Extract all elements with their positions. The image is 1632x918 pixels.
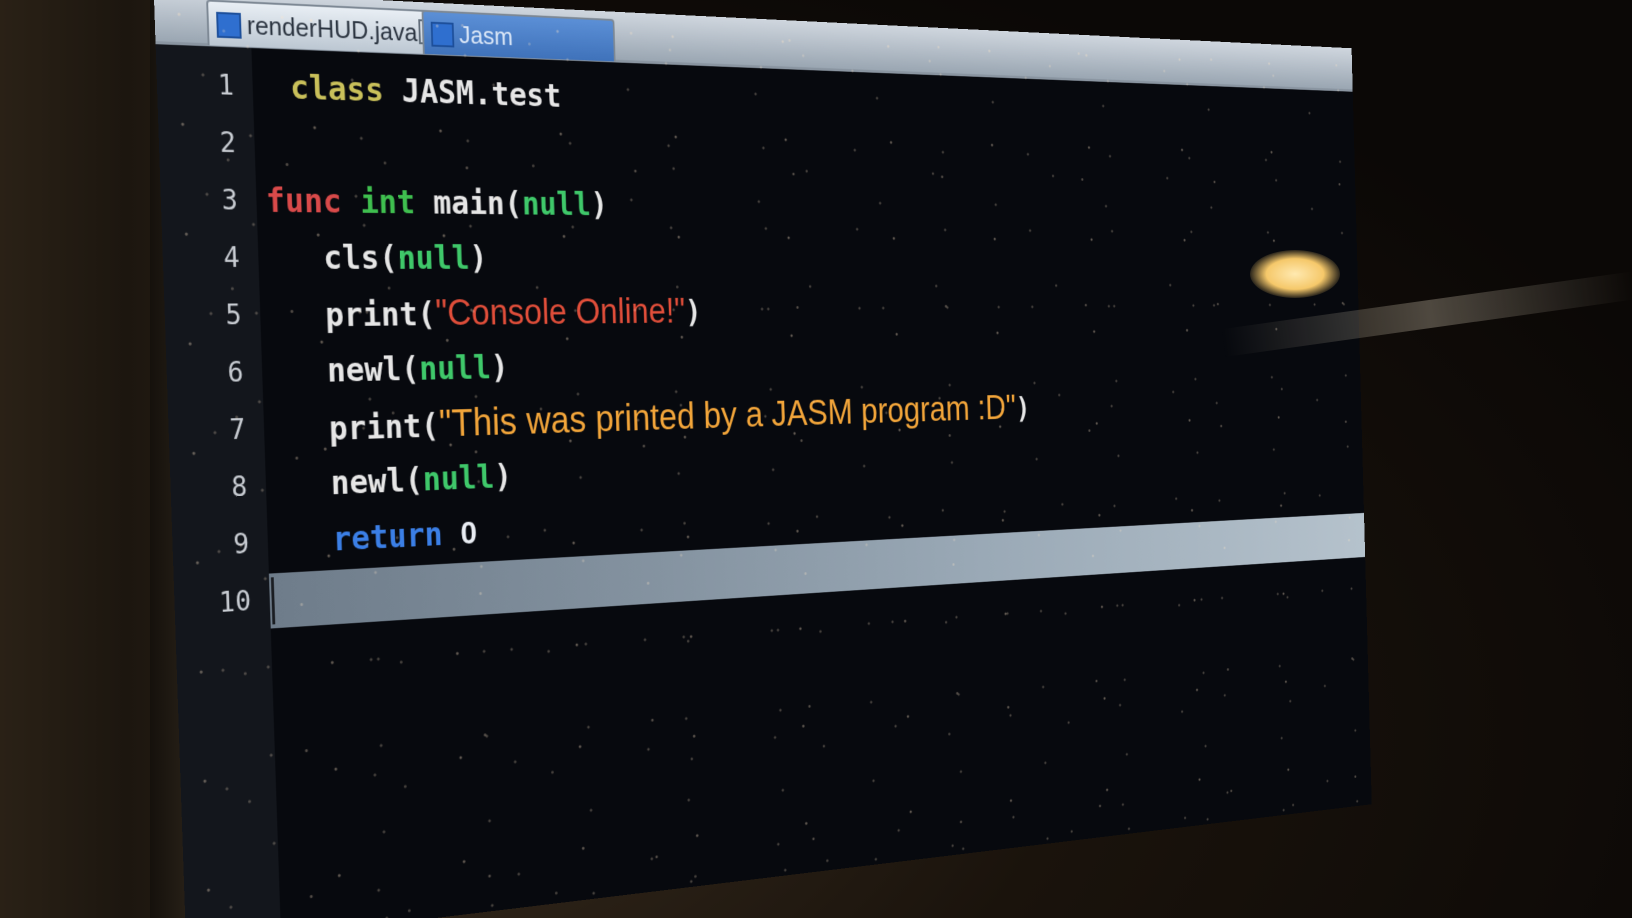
light-reflection xyxy=(1250,250,1340,298)
null-literal: null xyxy=(418,349,492,389)
punctuation: ) xyxy=(684,294,702,331)
call: newl( xyxy=(326,350,420,391)
call: print( xyxy=(328,406,440,449)
line-number: 4 xyxy=(222,241,241,274)
string-literal: "Console Online!" xyxy=(434,292,686,334)
punctuation: ) xyxy=(493,457,513,497)
code-text: newl(null) xyxy=(326,340,509,399)
line-number: 1 xyxy=(217,68,235,102)
line-number: 5 xyxy=(224,298,242,332)
code-text: func int main(null) xyxy=(265,172,609,231)
tab-label: renderHUD.java xyxy=(246,10,418,47)
photo: renderHUD.java × Jasm 1 class JASM.test … xyxy=(0,0,1632,918)
punctuation: ) xyxy=(490,348,510,387)
code-text: print("Console Online!") xyxy=(324,285,702,344)
line-number: 2 xyxy=(219,126,237,160)
call: cls( xyxy=(322,238,399,278)
line-number: 3 xyxy=(221,183,239,217)
null-literal: null xyxy=(422,458,495,500)
type-keyword: int xyxy=(359,182,416,222)
call: newl( xyxy=(330,460,424,504)
editor-screen: renderHUD.java × Jasm 1 class JASM.test … xyxy=(153,0,1372,918)
number-literal: 0 xyxy=(460,514,478,552)
line-number: 10 xyxy=(218,584,252,619)
null-literal: null xyxy=(521,185,592,224)
code-editor[interactable]: 1 class JASM.test 2 3 func int main(null… xyxy=(217,47,1372,918)
punctuation: ) xyxy=(1015,391,1031,426)
line-number: 6 xyxy=(226,355,244,389)
punctuation: ) xyxy=(590,186,609,224)
code-text: cls(null) xyxy=(322,230,488,286)
line-number: 9 xyxy=(232,527,250,561)
identifier: main( xyxy=(414,183,523,223)
tab-label: Jasm xyxy=(458,20,514,51)
identifier: JASM.test xyxy=(382,71,562,116)
java-file-icon xyxy=(216,11,242,39)
line-number: 8 xyxy=(230,470,248,504)
code-text: class JASM.test xyxy=(289,59,562,123)
keyword: func xyxy=(265,181,343,222)
line-number: 7 xyxy=(228,413,246,447)
file-icon xyxy=(430,21,455,48)
code-text: newl(null) xyxy=(330,449,513,512)
tab-jasm[interactable]: Jasm xyxy=(421,9,616,62)
keyword: class xyxy=(289,68,385,111)
null-literal: null xyxy=(396,239,471,278)
code-text: return 0 xyxy=(332,505,478,568)
code-line: 4 cls(null) xyxy=(223,229,1357,286)
call: print( xyxy=(324,295,437,336)
keyword: return xyxy=(332,515,444,560)
punctuation: ) xyxy=(468,239,488,278)
